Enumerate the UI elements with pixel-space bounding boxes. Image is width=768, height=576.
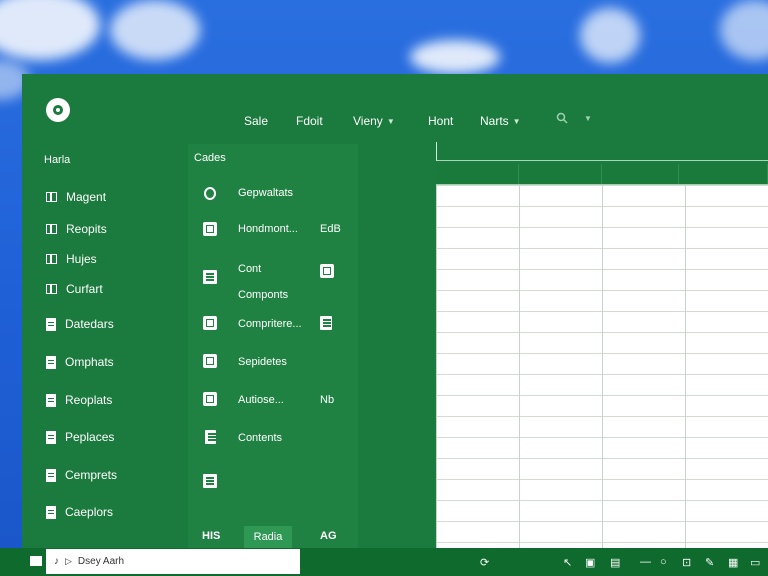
circle-icon[interactable]: ○ bbox=[660, 556, 667, 568]
refresh-icon[interactable]: ⟳ bbox=[480, 556, 489, 569]
left-item-peplaces[interactable]: Peplaces bbox=[46, 428, 114, 446]
search-icon: ▷ bbox=[65, 556, 72, 566]
left-item-magent[interactable]: Magent bbox=[46, 188, 106, 206]
formula-bar[interactable] bbox=[436, 142, 768, 161]
notification-icon[interactable]: ▭ bbox=[750, 556, 760, 569]
column-header-row bbox=[436, 164, 768, 185]
app-window: Sale Fdoit Vieny ▼ Hont Narts ▼ ▼ Harla Ma… bbox=[22, 74, 768, 548]
template-item-cont-componts[interactable]: Cont Componts bbox=[188, 252, 358, 301]
search-icon[interactable] bbox=[556, 112, 568, 124]
shield-icon bbox=[320, 316, 332, 333]
search-text: Dsey Aarh bbox=[77, 556, 125, 567]
table-icon bbox=[202, 354, 218, 368]
radia-button[interactable]: Radia bbox=[244, 526, 292, 548]
left-item-cemprets[interactable]: Cemprets bbox=[46, 466, 117, 484]
template-item-blank[interactable] bbox=[188, 472, 358, 490]
tab-hont[interactable]: Hont bbox=[428, 114, 453, 128]
column-header[interactable] bbox=[519, 164, 602, 184]
folder-icon[interactable]: ▤ bbox=[610, 556, 620, 569]
microphone-icon: ♪ bbox=[54, 556, 59, 567]
document-icon bbox=[46, 393, 56, 407]
template-pane-heading: Cades bbox=[194, 152, 226, 164]
template-item-gepwaltats[interactable]: Gepwaltats bbox=[188, 184, 358, 202]
cloud bbox=[580, 8, 640, 63]
speaker-icon[interactable]: ▦ bbox=[728, 556, 738, 569]
edit-badge: EdB bbox=[320, 223, 341, 235]
tab-sale[interactable]: Sale bbox=[244, 114, 268, 128]
chevron-down-icon[interactable]: ▼ bbox=[584, 114, 592, 123]
arrow-icon[interactable]: ↖ bbox=[563, 556, 572, 569]
document-icon bbox=[46, 430, 56, 444]
left-nav-pane: Harla Magent Reopits Hujes Curfart Dated… bbox=[22, 144, 188, 548]
window-icon[interactable]: ▣ bbox=[585, 556, 595, 569]
book-icon bbox=[202, 430, 218, 444]
pen-icon[interactable]: ✎ bbox=[705, 556, 714, 569]
template-pane: Cades Gepwaltats Hondmont... EdB Cont Co… bbox=[188, 144, 358, 548]
left-item-datedars[interactable]: Datedars bbox=[46, 315, 114, 333]
calendar-icon bbox=[202, 222, 218, 236]
app-logo-icon[interactable] bbox=[46, 98, 70, 122]
table-icon bbox=[46, 192, 57, 202]
document-icon bbox=[46, 317, 56, 331]
nb-label: Nb bbox=[320, 394, 335, 406]
document-icon bbox=[46, 505, 56, 519]
cloud bbox=[410, 40, 500, 74]
cloud bbox=[720, 0, 768, 60]
chevron-down-icon: ▼ bbox=[512, 116, 521, 126]
template-item-sepidetes[interactable]: Sepidetes bbox=[188, 352, 358, 370]
bottom-right-label[interactable]: AG bbox=[320, 530, 337, 542]
cloud bbox=[0, 0, 100, 60]
document-icon bbox=[46, 468, 56, 482]
spreadsheet-area bbox=[436, 142, 768, 548]
minus-icon[interactable]: — bbox=[640, 556, 651, 568]
copy-icon bbox=[320, 264, 334, 281]
network-icon[interactable]: ⊡ bbox=[682, 556, 691, 569]
table-icon bbox=[46, 254, 57, 264]
table-icon bbox=[46, 224, 57, 234]
start-icon[interactable] bbox=[30, 556, 42, 566]
sheet-icon bbox=[202, 270, 218, 284]
template-item-hondmont[interactable]: Hondmont... EdB bbox=[188, 220, 358, 238]
template-item-autiose[interactable]: Autiose... Nb bbox=[188, 390, 358, 408]
left-item-omphats[interactable]: Omphats bbox=[46, 353, 114, 371]
left-item-caeplors[interactable]: Caeplors bbox=[46, 503, 113, 521]
circle-icon bbox=[202, 186, 218, 200]
left-item-reoplats[interactable]: Reoplats bbox=[46, 391, 112, 409]
tab-fdoit[interactable]: Fdoit bbox=[296, 114, 323, 128]
left-pane-heading: Harla bbox=[44, 154, 71, 166]
document-icon bbox=[46, 355, 56, 369]
left-item-curfart[interactable]: Curfart bbox=[46, 280, 103, 298]
column-header[interactable] bbox=[602, 164, 679, 184]
window-icon bbox=[202, 392, 218, 406]
sheet-icon bbox=[202, 474, 218, 488]
cell-grid[interactable] bbox=[436, 185, 768, 548]
column-header[interactable] bbox=[679, 164, 768, 184]
grid-icon bbox=[202, 316, 218, 330]
tab-vieny[interactable]: Vieny ▼ bbox=[353, 114, 395, 128]
table-icon bbox=[46, 284, 57, 294]
chevron-down-icon: ▼ bbox=[386, 116, 395, 126]
column-header[interactable] bbox=[436, 164, 519, 184]
template-item-compritere[interactable]: Compritere... bbox=[188, 314, 358, 332]
cloud bbox=[110, 0, 200, 60]
left-item-reopits[interactable]: Reopits bbox=[46, 220, 107, 238]
bottom-left-label[interactable]: HIS bbox=[202, 530, 220, 542]
template-item-contents[interactable]: Contents bbox=[188, 428, 358, 446]
taskbar-search[interactable]: ♪ ▷ Dsey Aarh bbox=[46, 549, 300, 574]
tab-narts[interactable]: Narts ▼ bbox=[480, 114, 521, 128]
left-item-hujes[interactable]: Hujes bbox=[46, 250, 97, 268]
